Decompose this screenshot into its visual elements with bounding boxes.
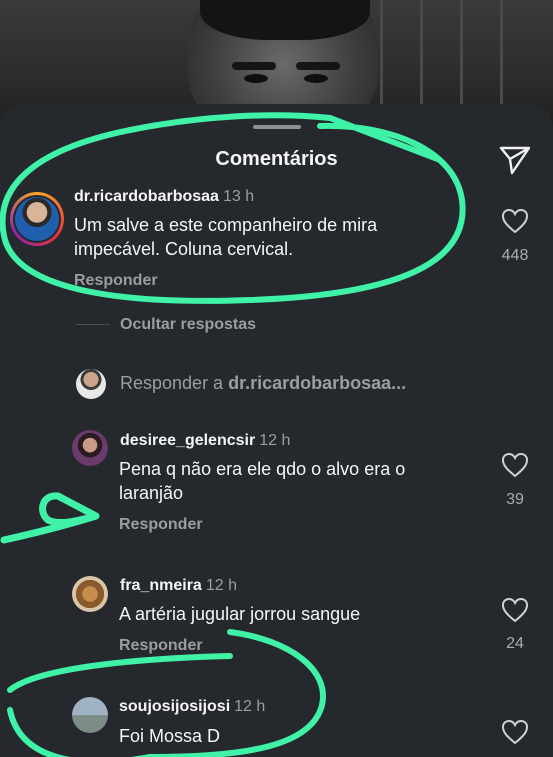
comment-text: A artéria jugular jorrou sangue: [119, 602, 360, 626]
avatar[interactable]: [10, 192, 64, 246]
comment-text-line: Pena q não era ele qdo o alvo era o: [119, 459, 406, 479]
background-eye: [244, 74, 268, 83]
background-brow: [296, 62, 340, 70]
avatar[interactable]: [72, 697, 108, 733]
username-link[interactable]: desiree_gelencsir: [120, 432, 255, 449]
comment-time: 12 h: [259, 432, 291, 449]
comment-username[interactable]: soujosijosijosi 12 h: [119, 698, 265, 716]
like-count: 39: [506, 491, 524, 508]
my-avatar: [76, 369, 106, 399]
reply-target: dr.ricardobarbosaa...: [228, 373, 407, 393]
reply-prefix: Responder a: [120, 373, 229, 393]
heart-icon[interactable]: [501, 719, 529, 745]
avatar[interactable]: [72, 430, 108, 466]
reply-input-placeholder[interactable]: Responder a dr.ricardobarbosaa...: [120, 373, 406, 394]
heart-icon[interactable]: [501, 452, 529, 478]
username-link[interactable]: dr.ricardobarbosaa: [74, 188, 219, 205]
comment-username[interactable]: dr.ricardobarbosaa 13 h: [74, 188, 254, 206]
background-brow: [232, 62, 276, 70]
heart-icon[interactable]: [501, 597, 529, 623]
drag-handle[interactable]: [253, 125, 301, 129]
comment-text: Pena q não era ele qdo o alvo era o lara…: [119, 457, 405, 505]
background-eye: [304, 74, 328, 83]
username-link[interactable]: fra_nmeira: [120, 577, 202, 594]
like-count: 24: [506, 635, 524, 652]
hide-replies-button[interactable]: Ocultar respostas: [120, 316, 256, 334]
comment-text: Um salve a este companheiro de mira impe…: [74, 213, 377, 261]
send-icon[interactable]: [498, 145, 532, 175]
comment-username[interactable]: fra_nmeira 12 h: [120, 577, 237, 595]
comment-text-line: A artéria jugular jorrou sangue: [119, 604, 361, 624]
avatar[interactable]: [72, 576, 108, 612]
comment-text: Foi Mossa D: [119, 724, 220, 748]
reply-button[interactable]: Responder: [119, 516, 203, 534]
comment-text-line: impecável. Coluna cervical.: [74, 239, 294, 259]
comment-username[interactable]: desiree_gelencsir 12 h: [120, 432, 290, 450]
heart-icon[interactable]: [501, 208, 529, 234]
sheet-title: Comentários: [215, 148, 338, 170]
comment-time: 12 h: [234, 698, 266, 715]
username-link[interactable]: soujosijosijosi: [119, 698, 230, 715]
comment-time: 13 h: [222, 188, 255, 205]
comment-text-line: laranjão: [119, 483, 184, 503]
comment-text-line: Um salve a este companheiro de mira: [74, 215, 378, 235]
thread-line: [76, 324, 110, 325]
comment-text-line: Foi Mossa D: [119, 726, 221, 746]
comment-time: 12 h: [205, 577, 237, 594]
reply-button[interactable]: Responder: [119, 637, 203, 655]
like-count: 448: [501, 247, 529, 264]
reply-button[interactable]: Responder: [74, 272, 158, 290]
